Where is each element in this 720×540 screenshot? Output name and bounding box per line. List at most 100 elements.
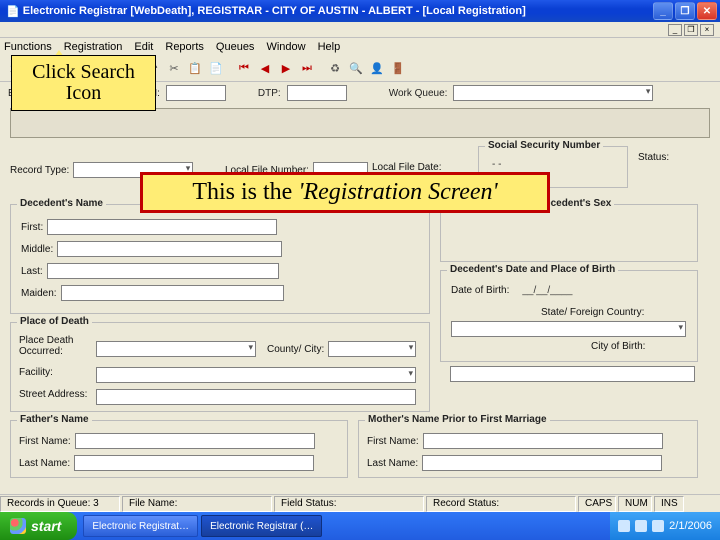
facility-dropdown[interactable] bbox=[96, 367, 416, 383]
first-label: First: bbox=[21, 222, 43, 233]
ssn-input[interactable]: - - bbox=[489, 159, 501, 170]
first-input[interactable] bbox=[47, 219, 277, 235]
menu-queues[interactable]: Queues bbox=[216, 41, 255, 53]
menu-functions[interactable]: Functions bbox=[4, 41, 52, 53]
audit-icon[interactable]: 🔍 bbox=[347, 60, 365, 78]
father-last-label: Last Name: bbox=[19, 458, 70, 469]
mother-first-label: First Name: bbox=[367, 436, 419, 447]
cut-icon[interactable]: ✂ bbox=[165, 60, 183, 78]
callout-search-icon: Click Search Icon bbox=[11, 55, 156, 111]
refresh-icon[interactable]: ♻ bbox=[326, 60, 344, 78]
mdi-close-button[interactable]: × bbox=[700, 24, 714, 36]
decedent-name-group: Decedent's Name First: Middle: Last: Mai… bbox=[10, 204, 430, 314]
city-birth-input[interactable] bbox=[450, 366, 695, 382]
taskbar: start Electronic Registrat… Electronic R… bbox=[0, 512, 720, 540]
place-occurred-dropdown[interactable] bbox=[96, 341, 256, 357]
status-records-in-queue: Records in Queue: 3 bbox=[0, 496, 120, 512]
dtp-label: DTP: bbox=[258, 88, 281, 99]
paste-icon[interactable]: 📄 bbox=[207, 60, 225, 78]
window-maximize-button[interactable]: ❐ bbox=[675, 2, 695, 20]
father-last-input[interactable] bbox=[74, 455, 314, 471]
callout-registration-screen: This is the 'Registration Screen' bbox=[140, 172, 550, 213]
menu-help[interactable]: Help bbox=[318, 41, 341, 53]
window-title: Electronic Registrar [WebDeath], REGISTR… bbox=[23, 5, 526, 17]
facility-label: Facility: bbox=[19, 367, 53, 378]
workqueue-dropdown[interactable] bbox=[453, 85, 653, 101]
street-input[interactable] bbox=[96, 389, 416, 405]
person-icon[interactable]: 👤 bbox=[368, 60, 386, 78]
mother-first-input[interactable] bbox=[423, 433, 663, 449]
lfn-input[interactable] bbox=[166, 85, 226, 101]
mother-caption: Mother's Name Prior to First Marriage bbox=[365, 414, 550, 425]
state-dropdown[interactable] bbox=[451, 321, 686, 337]
taskbar-item-1[interactable]: Electronic Registrat… bbox=[83, 515, 198, 537]
decedent-name-caption: Decedent's Name bbox=[17, 198, 106, 209]
menubar: Functions Registration Edit Reports Queu… bbox=[0, 38, 720, 56]
father-caption: Father's Name bbox=[17, 414, 92, 425]
pod-group: Place of Death Place Death Occurred: Cou… bbox=[10, 322, 430, 412]
statusbar: Records in Queue: 3 File Name: Field Sta… bbox=[0, 494, 720, 512]
dob-input[interactable]: __/__/____ bbox=[519, 285, 572, 296]
street-label: Street Address: bbox=[19, 389, 87, 400]
next-record-icon[interactable]: ▶ bbox=[277, 60, 295, 78]
city-birth-label: City of Birth: bbox=[591, 341, 645, 352]
mother-last-label: Last Name: bbox=[367, 458, 418, 469]
status-field-status: Field Status: bbox=[274, 496, 424, 512]
menu-registration[interactable]: Registration bbox=[64, 41, 123, 53]
father-group: Father's Name First Name: Last Name: bbox=[10, 420, 348, 478]
status-label: Status: bbox=[638, 152, 669, 163]
window-close-button[interactable]: ✕ bbox=[697, 2, 717, 20]
mdi-controls: _ ❐ × bbox=[0, 22, 720, 38]
middle-input[interactable] bbox=[57, 241, 282, 257]
middle-label: Middle: bbox=[21, 244, 53, 255]
record-type-label: Record Type: bbox=[10, 165, 69, 176]
ssn-group-caption: Social Security Number bbox=[485, 140, 603, 151]
prev-record-icon[interactable]: ◀ bbox=[256, 60, 274, 78]
state-label: State/ Foreign Country: bbox=[541, 307, 644, 318]
tray-clock: 2/1/2006 bbox=[669, 520, 712, 532]
status-record-status: Record Status: bbox=[426, 496, 576, 512]
windows-logo-icon bbox=[10, 518, 26, 534]
last-record-icon[interactable]: ⏭ bbox=[298, 60, 316, 78]
system-tray[interactable]: 2/1/2006 bbox=[610, 512, 720, 540]
status-caps: CAPS bbox=[578, 496, 616, 512]
menu-reports[interactable]: Reports bbox=[165, 41, 204, 53]
county-city-dropdown[interactable] bbox=[328, 341, 416, 357]
header-banner bbox=[10, 108, 710, 138]
maiden-input[interactable] bbox=[61, 285, 284, 301]
status-file-name: File Name: bbox=[122, 496, 272, 512]
pod-caption: Place of Death bbox=[17, 316, 92, 327]
menu-edit[interactable]: Edit bbox=[134, 41, 153, 53]
menu-window[interactable]: Window bbox=[266, 41, 305, 53]
workqueue-label: Work Queue: bbox=[389, 88, 448, 99]
maiden-label: Maiden: bbox=[21, 288, 57, 299]
taskbar-item-2[interactable]: Electronic Registrar (… bbox=[201, 515, 322, 537]
dob-group: Decedent's Date and Place of Birth Date … bbox=[440, 270, 698, 362]
father-first-label: First Name: bbox=[19, 436, 71, 447]
mother-group: Mother's Name Prior to First Marriage Fi… bbox=[358, 420, 698, 478]
father-first-input[interactable] bbox=[75, 433, 315, 449]
dtp-input[interactable] bbox=[287, 85, 347, 101]
mdi-minimize-button[interactable]: _ bbox=[668, 24, 682, 36]
window-minimize-button[interactable]: _ bbox=[653, 2, 673, 20]
tray-icon[interactable] bbox=[652, 520, 664, 532]
dob-label: Date of Birth: bbox=[451, 285, 509, 296]
last-input[interactable] bbox=[47, 263, 279, 279]
client-area: Record Type: Local File Number: Local Fi… bbox=[0, 104, 720, 494]
dob-group-caption: Decedent's Date and Place of Birth bbox=[447, 264, 618, 275]
tray-icon[interactable] bbox=[635, 520, 647, 532]
status-num: NUM bbox=[618, 496, 652, 512]
status-ins: INS bbox=[654, 496, 684, 512]
county-city-label: County/ City: bbox=[267, 344, 324, 355]
copy-icon[interactable]: 📋 bbox=[186, 60, 204, 78]
start-button[interactable]: start bbox=[0, 512, 77, 540]
tray-icon[interactable] bbox=[618, 520, 630, 532]
last-label: Last: bbox=[21, 266, 43, 277]
place-occurred-label: Place Death Occurred: bbox=[19, 335, 89, 357]
mdi-restore-button[interactable]: ❐ bbox=[684, 24, 698, 36]
mother-last-input[interactable] bbox=[422, 455, 662, 471]
first-record-icon[interactable]: ⏮ bbox=[235, 60, 253, 78]
app-icon: 📄 bbox=[6, 5, 20, 18]
titlebar: 📄 Electronic Registrar [WebDeath], REGIS… bbox=[0, 0, 720, 22]
exit-icon[interactable]: 🚪 bbox=[389, 60, 407, 78]
